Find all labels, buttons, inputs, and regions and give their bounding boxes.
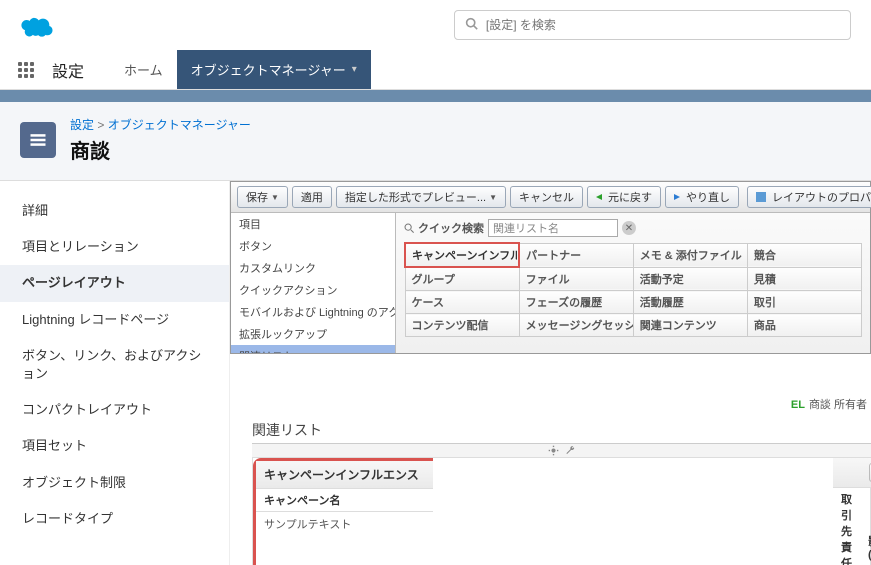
quick-find-label: クイック検索: [404, 220, 484, 236]
grid-cases[interactable]: ケース: [405, 291, 519, 314]
sidebar-item-record-types[interactable]: レコードタイプ: [0, 501, 229, 537]
layout-properties-button[interactable]: レイアウトのプロパティ: [747, 186, 871, 208]
grid-stage-history[interactable]: フェーズの履歴: [519, 291, 633, 314]
grid-messaging-sessions[interactable]: メッセージングセッション: [519, 314, 633, 337]
sidebar-item-details[interactable]: 詳細: [0, 193, 229, 229]
chevron-down-icon: ▾: [352, 64, 357, 75]
grid-files[interactable]: ファイル: [519, 267, 633, 291]
grid-quotes[interactable]: 見積: [747, 267, 861, 291]
rl-col-influence: 影響度 (%): [860, 488, 871, 565]
grid-campaign-influence[interactable]: キャンペーンインフルエンス: [405, 243, 519, 267]
related-list-grid: キャンペーンインフルエンス パートナー メモ & 添付ファイル 競合 グループ …: [404, 242, 862, 337]
save-button[interactable]: 保存▼: [237, 186, 288, 208]
grid-products[interactable]: 商品: [747, 314, 861, 337]
grid-open-activities[interactable]: 活動予定: [633, 267, 747, 291]
preview-as-button[interactable]: 指定した形式でプレビュー...▼: [336, 186, 506, 208]
salesforce-logo: [20, 13, 54, 37]
sidebar-item-object-limits[interactable]: オブジェクト制限: [0, 465, 229, 501]
tab-object-manager[interactable]: オブジェクトマネージャー ▾: [177, 50, 371, 89]
sidebar-item-buttons-links[interactable]: ボタン、リンク、およびアクション: [0, 338, 229, 392]
sidebar-item-page-layouts[interactable]: ページレイアウト: [0, 265, 229, 301]
cancel-button[interactable]: キャンセル: [510, 186, 583, 208]
search-icon: [465, 17, 478, 33]
breadcrumb: 設定 > オブジェクトマネージャー: [70, 116, 251, 133]
object-icon: [20, 122, 56, 158]
el-tag: EL: [791, 399, 805, 411]
apply-button[interactable]: 適用: [292, 186, 332, 208]
editor-toolbar: 保存▼ 適用 指定した形式でプレビュー...▼ キャンセル 元に戻す やり直し …: [231, 182, 870, 213]
breadcrumb-setup[interactable]: 設定: [70, 118, 94, 132]
campaign-influence-related-list[interactable]: キャンペーンインフルエンス キャンペーン名 サンプルテキスト: [253, 458, 433, 565]
undo-button[interactable]: 元に戻す: [587, 186, 661, 208]
palette-mobile-lightning[interactable]: モバイルおよび Lightning のアクション: [231, 301, 395, 323]
sidebar: 詳細 項目とリレーション ページレイアウト Lightning レコードページ …: [0, 181, 230, 565]
owner-field: EL商談 所有者: [791, 399, 867, 411]
grid-content-deliveries[interactable]: コンテンツ配信: [405, 314, 519, 337]
wrench-icon: [565, 445, 576, 456]
rl-col-contact: 取引先責任者名: [833, 488, 860, 565]
palette-custom-links[interactable]: カスタムリンク: [231, 257, 395, 279]
global-search[interactable]: [454, 10, 851, 40]
grid-notes-attachments[interactable]: メモ & 添付ファイル: [633, 243, 747, 267]
sidebar-item-compact-layouts[interactable]: コンパクトレイアウト: [0, 392, 229, 428]
section-controls[interactable]: [252, 443, 871, 457]
related-list-section-title: 関連リスト: [252, 420, 871, 440]
app-launcher-icon[interactable]: [18, 62, 34, 78]
gear-icon: [548, 445, 559, 456]
nav-title: 設定: [52, 58, 84, 82]
redo-button[interactable]: やり直し: [665, 186, 739, 208]
layout-prop-icon: [756, 192, 766, 202]
palette-buttons[interactable]: ボタン: [231, 235, 395, 257]
grid-competitors[interactable]: 競合: [747, 243, 861, 267]
rl-cell-campaign: サンプルテキスト: [256, 512, 433, 537]
grid-activity-history[interactable]: 活動履歴: [633, 291, 747, 314]
tab-home[interactable]: ホーム: [110, 50, 177, 89]
decorative-strip: [0, 90, 871, 102]
palette: 項目 ボタン カスタムリンク クイックアクション モバイルおよび Lightni…: [231, 213, 396, 353]
palette-quick-actions[interactable]: クイックアクション: [231, 279, 395, 301]
sidebar-item-fields[interactable]: 項目とリレーション: [0, 229, 229, 265]
grid-account[interactable]: 取引: [747, 291, 861, 314]
sidebar-item-field-sets[interactable]: 項目セット: [0, 428, 229, 464]
rl-title: キャンペーンインフルエンス: [264, 466, 419, 483]
palette-expanded-lookups[interactable]: 拡張ルックアップ: [231, 323, 395, 345]
palette-fields[interactable]: 項目: [231, 213, 395, 235]
quick-find-clear[interactable]: ✕: [622, 221, 636, 235]
breadcrumb-obj-mgr[interactable]: オブジェクトマネージャー: [108, 118, 251, 132]
search-icon: [404, 223, 415, 234]
page-title: 商談: [70, 135, 251, 164]
grid-partner[interactable]: パートナー: [519, 243, 633, 267]
quick-find-input[interactable]: [488, 219, 618, 237]
grid-related-content[interactable]: 関連コンテンツ: [633, 314, 747, 337]
sidebar-item-lightning-pages[interactable]: Lightning レコードページ: [0, 302, 229, 338]
rl-col-campaign: キャンペーン名: [256, 489, 433, 512]
tab-object-manager-label: オブジェクトマネージャー: [191, 60, 346, 79]
search-input[interactable]: [486, 18, 840, 32]
grid-groups[interactable]: グループ: [405, 267, 519, 291]
palette-related-lists[interactable]: 関連リスト: [231, 345, 395, 353]
